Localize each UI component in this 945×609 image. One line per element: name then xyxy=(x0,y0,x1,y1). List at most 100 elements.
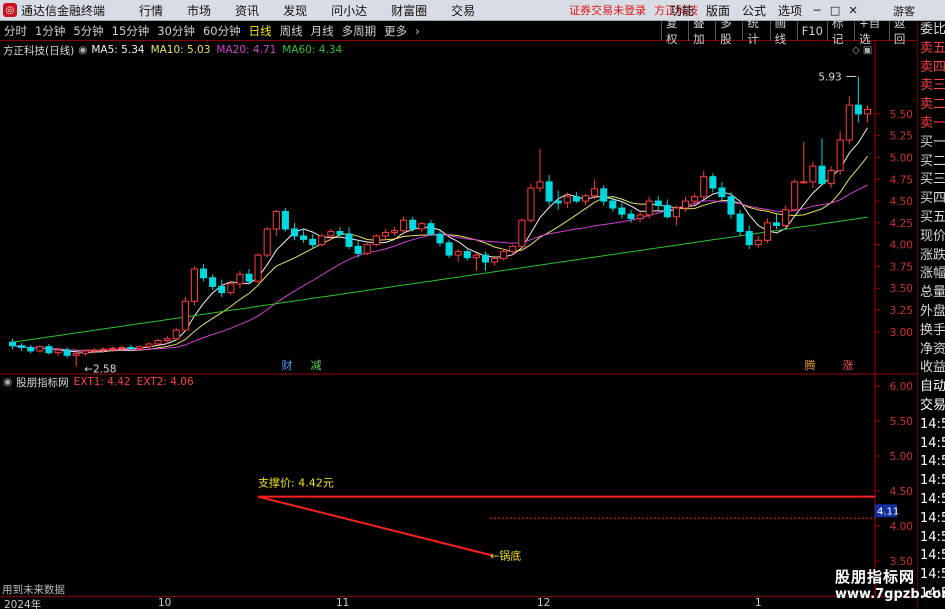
menu-trade[interactable]: 交易 xyxy=(439,2,487,19)
indicator-tick-label: 4.50 xyxy=(890,486,913,498)
period-timeshare[interactable]: 分时 xyxy=(0,23,31,39)
period-daily[interactable]: 日线 xyxy=(245,23,276,39)
candle-body xyxy=(145,343,153,348)
candle-body xyxy=(427,223,435,235)
candle-body xyxy=(245,273,253,282)
side-panel-item: 卖一 xyxy=(920,115,945,131)
f10-button[interactable]: F10 xyxy=(796,21,827,41)
candle-body xyxy=(691,196,699,202)
menu-discover[interactable]: 发现 xyxy=(271,2,319,19)
side-panel-item: 总量 xyxy=(920,285,945,301)
menu-news[interactable]: 资讯 xyxy=(223,2,271,19)
side-panel-item: 14:56 xyxy=(920,548,945,564)
title-bar: ◎ 通达信金融终端 行情 市场 资讯 发现 问小达 财富圈 交易 证券交易未登录… xyxy=(0,0,945,21)
side-panel-item: 14:56 xyxy=(920,473,945,489)
indicator-tick-label: 5.00 xyxy=(890,451,913,463)
candle-body xyxy=(354,245,362,254)
period-15min[interactable]: 15分钟 xyxy=(108,23,154,39)
add-watchlist-button[interactable]: +自选 xyxy=(854,16,889,46)
candle-body xyxy=(772,222,781,226)
candle-body xyxy=(454,251,462,256)
app-logo-icon: ◎ xyxy=(3,3,17,17)
mark-button[interactable]: 标记 xyxy=(826,16,854,46)
login-alert[interactable]: 证券交易未登录 xyxy=(569,2,646,18)
side-panel-item: 买五 xyxy=(920,209,945,225)
candle-body xyxy=(163,338,171,341)
menu-ask[interactable]: 问小达 xyxy=(319,2,379,19)
period-30min[interactable]: 30分钟 xyxy=(153,23,199,39)
side-panel-item[interactable]: 自动 xyxy=(918,378,945,397)
watermark: 股朋指标网 www.7gpzb.com xyxy=(835,566,945,609)
side-panel-item[interactable]: 交易 xyxy=(918,397,945,416)
period-5min[interactable]: 5分钟 xyxy=(69,23,107,39)
draw-button[interactable]: 画线 xyxy=(769,16,797,46)
multi-stock-button[interactable]: 多股 xyxy=(715,16,742,46)
candle-body xyxy=(754,239,762,246)
candle-body xyxy=(345,233,353,247)
candle-body xyxy=(745,231,753,246)
candle-body xyxy=(227,283,235,294)
menu-wealth[interactable]: 财富圈 xyxy=(379,2,439,19)
price-grid xyxy=(0,41,917,596)
side-panel-item: 换手 xyxy=(920,322,945,338)
indicator-tick-label: 4.00 xyxy=(890,521,913,533)
candle-body xyxy=(591,188,599,197)
side-panel-item: 卖二 xyxy=(920,97,945,113)
side-panel-item: 14:56 xyxy=(920,491,945,507)
candle-body xyxy=(99,348,108,351)
period-monthly[interactable]: 月线 xyxy=(307,23,338,39)
candle-body xyxy=(854,104,862,115)
stats-button[interactable]: 统计 xyxy=(742,16,769,46)
candle-body xyxy=(236,273,244,285)
candle-body xyxy=(72,353,80,356)
menu-market[interactable]: 市场 xyxy=(175,2,223,19)
overlay-button[interactable]: 叠加 xyxy=(688,16,715,46)
candle-body xyxy=(636,214,644,219)
candle-body xyxy=(18,345,26,348)
minimize-icon[interactable]: ─ xyxy=(808,3,826,19)
candle-body xyxy=(527,187,535,221)
price-axis: 5.50 5.25 5.00 4.75 4.50 4.25 4.00 3.75 3.50 3.25… xyxy=(852,45,913,339)
future-data-note: 用到未来数据 xyxy=(2,584,65,596)
period-multi[interactable]: 多周期 xyxy=(338,23,381,39)
candle-body xyxy=(518,219,526,247)
candle-body xyxy=(763,222,771,241)
candle-body xyxy=(654,200,662,206)
toolbar-buttons: 复权 叠加 多股 统计 画线 F10 标记 +自选 返回 xyxy=(661,16,916,46)
chart-canvas[interactable]: 5.93 ←2.58 财 减 腾 涨 5.50 5.25 5.00 4.75 4.50 4.25 4.… xyxy=(0,41,917,596)
candle-body xyxy=(618,207,626,215)
event-marker: 减 xyxy=(311,359,322,372)
period-more[interactable]: 更多 xyxy=(380,23,411,39)
candle-body xyxy=(800,181,808,184)
candle-body xyxy=(172,329,180,340)
candle-body xyxy=(436,233,444,244)
period-60min[interactable]: 60分钟 xyxy=(199,23,245,39)
chevron-right-icon[interactable]: › xyxy=(411,24,424,38)
period-weekly[interactable]: 周线 xyxy=(276,23,307,39)
candle-body xyxy=(491,258,499,263)
candle-body xyxy=(645,200,653,216)
adjust-button[interactable]: 复权 xyxy=(661,16,688,46)
candle-body xyxy=(445,242,453,256)
ma20-line xyxy=(12,184,868,351)
candle-body xyxy=(554,200,562,204)
candle-body xyxy=(682,200,690,209)
period-1min[interactable]: 1分钟 xyxy=(31,23,69,39)
ma10-line xyxy=(12,155,868,352)
menu-quotes[interactable]: 行情 xyxy=(127,2,175,19)
price-tick-label: 4.75 xyxy=(890,174,913,186)
side-panel-item: 涨幅 xyxy=(920,266,945,282)
price-tick-label: 5.50 xyxy=(890,109,913,121)
low-price-label: ←2.58 xyxy=(84,363,116,375)
watermark-line2: www.7gpzb.com xyxy=(835,587,945,602)
indicator-tick-label: 6.00 xyxy=(890,381,913,393)
candle-body xyxy=(663,204,671,218)
side-panel-item: 14:56 xyxy=(920,510,945,526)
candle-body xyxy=(500,251,508,260)
side-panel-item: 14:56 xyxy=(920,416,945,432)
candle-body xyxy=(281,211,289,230)
side-panel-item: 买四 xyxy=(920,191,945,207)
candle-body xyxy=(27,346,35,352)
candle-body xyxy=(472,254,480,259)
back-button[interactable]: 返回 xyxy=(888,16,916,46)
